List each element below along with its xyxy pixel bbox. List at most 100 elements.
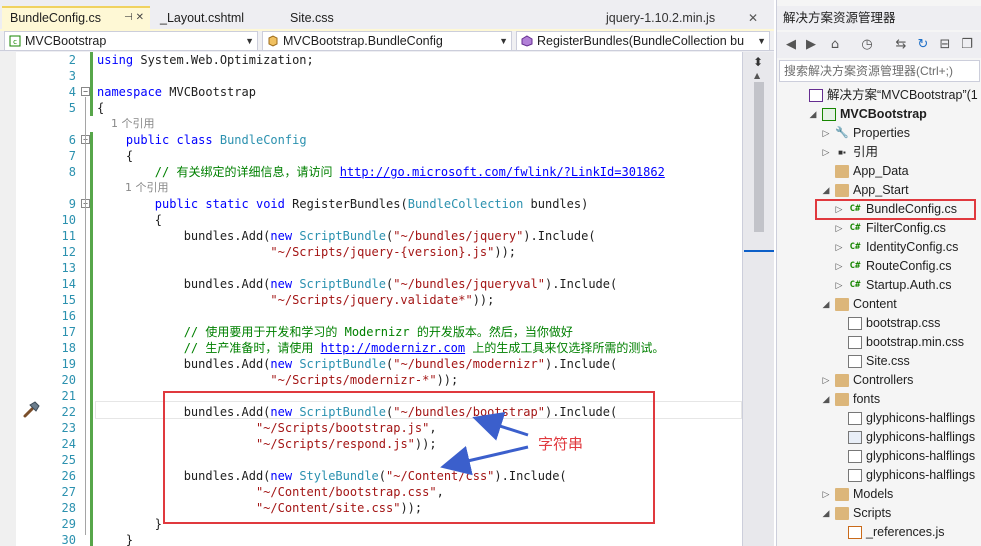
navigation-bar: c MVCBootstrap ▼ MVCBootstrap.BundleConf… — [0, 31, 774, 51]
tree-item[interactable]: Site.css — [777, 352, 981, 371]
code-token: ScriptBundle — [299, 277, 387, 291]
line-number: 30 — [61, 533, 76, 546]
expand-arrow-icon[interactable]: ▷ — [821, 143, 831, 162]
tab-jquery[interactable]: jquery-1.10.2.min.js ✕ — [598, 6, 762, 30]
vertical-scrollbar[interactable]: ⬍ ▲ — [742, 52, 774, 546]
collapse-toggle-icon[interactable]: − — [81, 87, 90, 96]
sync-icon[interactable]: ⇆ — [893, 37, 909, 53]
tree-item[interactable]: ▷ C# IdentityConfig.cs — [777, 238, 981, 257]
collapse-icon[interactable]: ⊟ — [937, 37, 953, 53]
expand-arrow-icon[interactable]: ▷ — [834, 219, 844, 238]
tree-item[interactable]: bootstrap.css — [777, 314, 981, 333]
tree-item[interactable]: ◢ Content — [777, 295, 981, 314]
tree-item-label: _references.js — [866, 525, 945, 539]
tree-item[interactable]: glyphicons-halflings — [777, 447, 981, 466]
project-dropdown[interactable]: c MVCBootstrap ▼ — [4, 31, 258, 51]
tree-item[interactable]: ▷ 🔧 Properties — [777, 124, 981, 143]
tab-site-css[interactable]: Site.css — [282, 6, 377, 30]
code-text: public class BundleConfig — [97, 132, 307, 148]
line-number: 8 — [68, 165, 76, 179]
tree-item[interactable]: App_Data — [777, 162, 981, 181]
code-token: { — [97, 149, 134, 163]
tree-item[interactable]: ▷ Models — [777, 485, 981, 504]
code-link[interactable]: http://go.microsoft.com/fwlink/?LinkId=3… — [340, 165, 665, 179]
code-text: { — [97, 100, 104, 116]
member-dropdown[interactable]: RegisterBundles(BundleCollection bu ▼ — [516, 31, 770, 51]
expand-arrow-icon[interactable]: ▷ — [834, 276, 844, 295]
tree-item[interactable]: glyphicons-halflings — [777, 428, 981, 447]
collapse-arrow-icon[interactable]: ◢ — [821, 390, 831, 409]
tree-item[interactable]: ▷ C# RouteConfig.cs — [777, 257, 981, 276]
pin-close-icon[interactable]: ⊣ ✕ — [124, 8, 144, 28]
code-token: )); — [436, 373, 459, 387]
collapse-arrow-icon[interactable]: ◢ — [821, 504, 831, 523]
folder-icon — [835, 393, 849, 406]
code-text: public static void RegisterBundles(Bundl… — [97, 196, 589, 212]
split-handle-icon[interactable]: ⬍ — [753, 55, 763, 69]
tree-item[interactable]: 解决方案“MVCBootstrap”(1 个 — [777, 86, 981, 105]
code-token: System.Web.Optimization; — [133, 53, 314, 67]
refs-icon: ■▪ — [838, 148, 846, 157]
class-dropdown[interactable]: MVCBootstrap.BundleConfig ▼ — [262, 31, 512, 51]
code-token: 1 个引用 — [97, 117, 155, 130]
tab-label: jquery-1.10.2.min.js — [606, 11, 716, 25]
back-icon[interactable]: ◀ — [783, 37, 799, 53]
code-token: )); — [494, 245, 517, 259]
tab-layout[interactable]: _Layout.cshtml — [152, 6, 274, 30]
screwdriver-icon[interactable] — [22, 401, 40, 419]
tree-item[interactable]: glyphicons-halflings — [777, 466, 981, 485]
document-tab-bar: BundleConfig.cs ⊣ ✕ _Layout.cshtml Site.… — [0, 0, 774, 31]
line-number: 5 — [68, 101, 76, 115]
expand-arrow-icon[interactable]: ▷ — [821, 124, 831, 143]
codelens-reference[interactable]: 1 个引用 — [0, 180, 742, 196]
history-icon[interactable]: ◷ — [859, 37, 875, 53]
expand-arrow-icon[interactable]: ▷ — [834, 257, 844, 276]
line-number: 14 — [61, 277, 76, 291]
code-line: 2 using System.Web.Optimization; — [0, 52, 742, 68]
close-icon[interactable]: ✕ — [748, 6, 758, 30]
collapse-arrow-icon[interactable]: ◢ — [821, 181, 831, 200]
codelens-reference[interactable]: 1 个引用 — [0, 116, 742, 132]
line-number: 15 — [61, 293, 76, 307]
forward-icon[interactable]: ▶ — [803, 37, 819, 53]
tree-item[interactable]: _references.js — [777, 523, 981, 542]
tree-item[interactable]: ▷ ■▪ 引用 — [777, 143, 981, 162]
tree-item[interactable]: ▷ Controllers — [777, 371, 981, 390]
scroll-up-icon[interactable]: ▲ — [754, 71, 760, 80]
tree-item[interactable]: ▷ C# Startup.Auth.cs — [777, 276, 981, 295]
copy-icon[interactable]: ❐ — [959, 37, 975, 53]
tree-item[interactable]: ◢ MVCBootstrap — [777, 105, 981, 124]
refresh-icon[interactable]: ↻ — [915, 37, 931, 53]
code-link[interactable]: http://modernizr.com — [321, 341, 466, 355]
collapse-arrow-icon[interactable]: ◢ — [821, 295, 831, 314]
tree-item[interactable]: ▷ C# FilterConfig.cs — [777, 219, 981, 238]
code-token: ScriptBundle — [299, 229, 387, 243]
annotation-label: 字符串 — [538, 435, 584, 453]
solution-explorer-search[interactable]: 搜索解决方案资源管理器(Ctrl+;) — [779, 60, 980, 82]
code-token: 1 个引用 — [97, 181, 169, 194]
line-number: 6 — [68, 133, 76, 147]
tree-item[interactable]: glyphicons-halflings — [777, 409, 981, 428]
tree-item[interactable]: bootstrap.min.css — [777, 333, 981, 352]
tree-item[interactable]: ◢ fonts — [777, 390, 981, 409]
collapse-arrow-icon[interactable]: ◢ — [808, 105, 818, 124]
code-token: using — [97, 53, 134, 67]
chevron-down-icon: ▼ — [245, 36, 254, 46]
expand-arrow-icon[interactable]: ▷ — [821, 485, 831, 504]
tree-item[interactable]: ◢ App_Start — [777, 181, 981, 200]
code-token: "~/bundles/jqueryval" — [393, 277, 545, 291]
code-token: "~/Scripts/jquery-{version}.js" — [270, 245, 495, 259]
scroll-thumb[interactable] — [754, 82, 764, 232]
code-line: 11 bundles.Add(new ScriptBundle("~/bundl… — [0, 228, 742, 244]
folder-icon — [835, 507, 849, 520]
code-token: bundles.Add( — [97, 229, 271, 243]
csharp-file-icon: C# — [849, 223, 861, 233]
tree-item[interactable]: ◢ Scripts — [777, 504, 981, 523]
tab-bundleconfig[interactable]: BundleConfig.cs ⊣ ✕ — [2, 6, 150, 30]
code-line: 4− namespace MVCBootstrap — [0, 84, 742, 100]
expand-arrow-icon[interactable]: ▷ — [821, 371, 831, 390]
expand-arrow-icon[interactable]: ▷ — [834, 238, 844, 257]
home-icon[interactable]: ⌂ — [827, 37, 843, 53]
